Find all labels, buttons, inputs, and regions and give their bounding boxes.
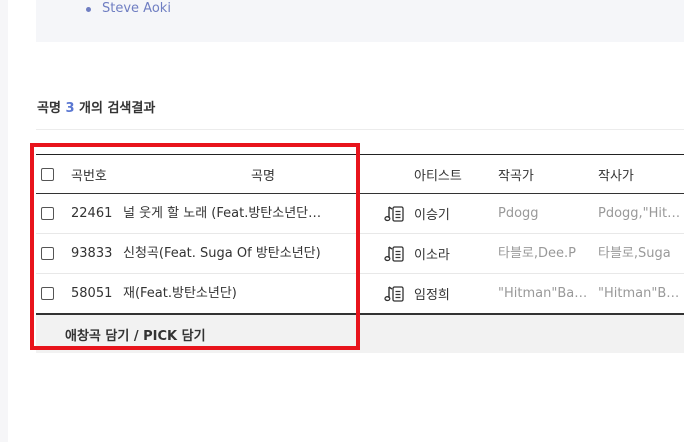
table-row: 22461 널 웃게 할 노래 (Feat.방탄소년단… 이승기 Pdogg P… (36, 194, 684, 234)
song-title-text[interactable]: 신청곡(Feat. Suga Of 방탄소년단) (123, 234, 321, 273)
header-artist: 아티스트 (414, 168, 462, 184)
song-title-text[interactable]: 널 웃게 할 노래 (Feat.방탄소년단… (123, 194, 321, 233)
result-prefix: 곡명 (37, 101, 61, 116)
table-row: 93833 신청곡(Feat. Suga Of 방탄소년단) 이소라 타블로,D… (36, 234, 684, 274)
add-to-favorites-pick-button[interactable]: 애창곡 담기 / PICK 담기 (65, 325, 206, 344)
row-select-cell (41, 234, 55, 273)
header-title: 곡명 (251, 168, 275, 184)
select-all-checkbox[interactable] (41, 167, 54, 181)
result-suffix: 개의 검색결과 (79, 101, 156, 116)
select-all-cell (41, 155, 55, 193)
song-composer: "Hitman"Ba… (498, 274, 590, 313)
song-composer-text: Pdogg (498, 205, 539, 221)
song-composer: 타블로,Dee.P (498, 234, 590, 273)
song-lyricist: 타블로,Suga (598, 234, 684, 273)
header-lyricist: 작사가 (598, 168, 634, 184)
bullet-icon (86, 7, 91, 12)
search-result-heading: 곡명 3 개의 검색결과 (37, 97, 155, 116)
song-title[interactable]: 재(Feat.방탄소년단) (123, 274, 366, 313)
song-lyricist: Pdogg,"Hit… (598, 194, 684, 233)
song-number: 22461 (71, 206, 113, 221)
row-checkbox[interactable] (41, 207, 54, 220)
song-composer-text: "Hitman"Ba… (498, 285, 588, 301)
artist-link-label[interactable]: Steve Aoki (102, 1, 171, 16)
song-artist[interactable]: 임정희 (414, 274, 484, 313)
song-lyricist: "Hitman"Ba… (598, 274, 684, 313)
related-artists-panel: Steve Aoki (36, 0, 684, 42)
song-title[interactable]: 널 웃게 할 노래 (Feat.방탄소년단… (123, 194, 366, 233)
song-composer-text: 타블로,Dee.P (498, 245, 576, 261)
music-note-lyrics-icon[interactable] (384, 284, 406, 304)
table-row: 58051 재(Feat.방탄소년단) 임정희 "Hitman"Ba… "Hit… (36, 274, 684, 315)
song-title[interactable]: 신청곡(Feat. Suga Of 방탄소년단) (123, 234, 366, 273)
lyrics-button[interactable] (384, 234, 408, 273)
header-composer: 작곡가 (498, 168, 534, 184)
header-number: 곡번호 (71, 168, 107, 184)
song-lyricist-text: 타블로,Suga (598, 245, 671, 261)
song-number: 93833 (71, 246, 113, 261)
row-select-cell (41, 194, 55, 233)
divider (36, 129, 684, 130)
song-composer: Pdogg (498, 194, 590, 233)
row-select-cell (41, 274, 55, 313)
table-header: 곡번호 곡명 아티스트 작곡가 작사가 (36, 154, 684, 194)
song-artist[interactable]: 이승기 (414, 194, 484, 233)
table-footer: 애창곡 담기 / PICK 담기 (36, 315, 684, 353)
lyrics-button[interactable] (384, 194, 408, 233)
row-checkbox[interactable] (41, 287, 54, 300)
music-note-lyrics-icon[interactable] (384, 244, 406, 264)
song-title-text[interactable]: 재(Feat.방탄소년단) (123, 274, 237, 313)
result-count: 3 (65, 101, 75, 116)
artist-link[interactable]: Steve Aoki (86, 0, 171, 18)
lyrics-button[interactable] (384, 274, 408, 313)
left-edge (0, 0, 8, 442)
song-number: 58051 (71, 286, 113, 301)
song-lyricist-text: Pdogg,"Hit… (598, 205, 681, 221)
song-lyricist-text: "Hitman"Ba… (598, 285, 684, 301)
song-artist[interactable]: 이소라 (414, 234, 484, 273)
music-note-lyrics-icon[interactable] (384, 204, 406, 224)
row-checkbox[interactable] (41, 247, 54, 260)
